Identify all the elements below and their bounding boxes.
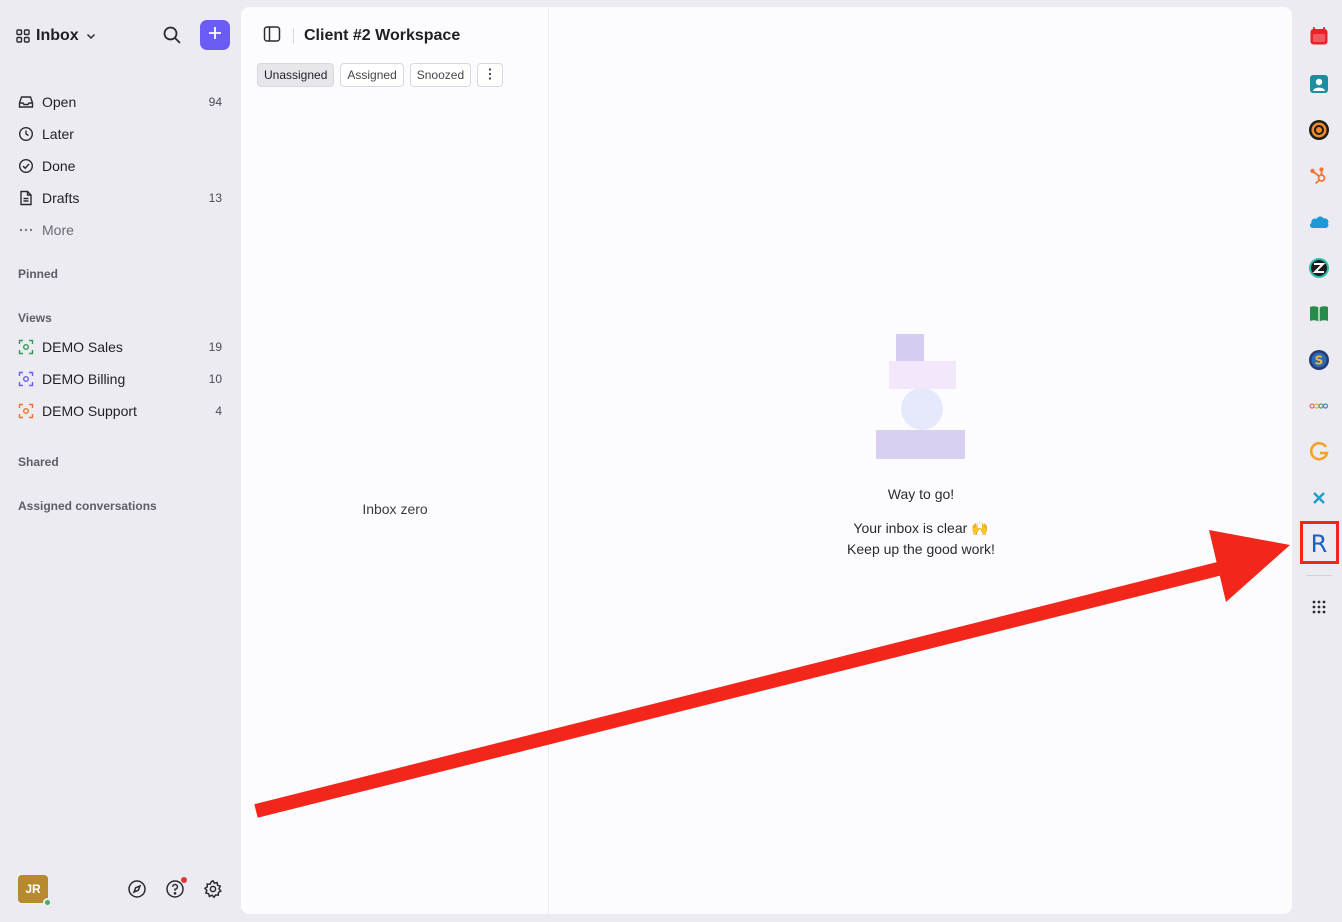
section-views[interactable]: Views [18,311,52,325]
search-icon[interactable] [162,25,182,50]
views-list: DEMO Sales 19 DEMO Billing 10 DEMO Suppo… [18,331,222,427]
view-item-demo-sales[interactable]: DEMO Sales 19 [18,331,222,363]
empty-state-title: Way to go! [887,486,955,502]
avatar-initials: JR [25,882,41,896]
inbox-title: Inbox [36,27,79,44]
stacked-shapes-illustration [876,334,965,459]
notification-dot [181,877,187,883]
calendar-icon[interactable] [1307,24,1331,48]
list-header: Client #2 Workspace [263,25,460,47]
svg-text:S: S [1315,354,1324,368]
sidebar-header: Inbox [16,20,232,52]
g-icon[interactable] [1307,440,1331,464]
view-label: DEMO Sales [42,339,123,355]
sidebar-footer: JR [18,875,224,907]
document-icon [18,190,34,206]
status-tabs: Unassigned Assigned Snoozed [257,63,504,87]
inbox-zero-text: Inbox zero [362,501,428,517]
contact-card-icon[interactable] [1307,72,1331,96]
nav-label: Later [42,126,74,142]
view-label: DEMO Support [42,403,137,419]
view-count: 10 [208,372,222,386]
nav-count: 13 [208,191,222,205]
vertical-ellipsis-icon [488,67,492,84]
workspace-title: Client #2 Workspace [304,27,461,44]
nav-item-open[interactable]: Open 94 [18,86,222,118]
nav-label: Done [42,158,76,174]
nav-item-done[interactable]: Done [18,150,222,182]
inbox-icon [18,94,34,110]
section-assigned-conversations[interactable]: Assigned conversations [18,499,157,513]
grid-icon [16,29,30,43]
integrations-rail: S R [1294,0,1342,922]
nav-count: 94 [208,95,222,109]
conversation-list-pane: Client #2 Workspace Unassigned Assigned … [241,7,549,914]
section-pinned[interactable]: Pinned [18,267,58,281]
dots-chain-icon[interactable] [1307,394,1331,418]
nav-item-later[interactable]: Later [18,118,222,150]
main-panel: Client #2 Workspace Unassigned Assigned … [241,7,1292,914]
more-tabs-button[interactable] [477,63,504,87]
empty-state-line-2: Keep up the good work! [847,541,995,557]
highlight-box [1300,521,1339,564]
view-icon [18,403,34,419]
compose-button[interactable] [200,20,230,50]
x-icon[interactable] [1307,486,1331,510]
nav-label: Drafts [42,190,80,206]
header-divider [293,28,294,44]
view-icon [18,339,34,355]
nav-label: More [42,222,74,238]
view-count: 19 [208,340,222,354]
tab-unassigned[interactable]: Unassigned [257,63,335,87]
salesforce-icon[interactable] [1307,210,1331,234]
online-status-dot [43,898,52,907]
section-shared[interactable]: Shared [18,455,59,469]
plus-icon [207,25,223,46]
avatar[interactable]: JR [18,875,52,907]
chevron-down-icon [85,30,97,42]
empty-state-line-1: Your inbox is clear 🙌 [853,520,989,536]
view-item-demo-billing[interactable]: DEMO Billing 10 [18,363,222,395]
nav-label: Open [42,94,77,110]
nav-item-more[interactable]: More [18,214,222,246]
nav-list: Open 94 Later Done Drafts 13 More [18,86,222,246]
view-item-demo-support[interactable]: DEMO Support 4 [18,395,222,427]
gear-icon[interactable] [203,879,223,904]
s-coin-icon[interactable]: S [1307,348,1331,372]
detail-pane: Way to go! Your inbox is clear 🙌 Keep up… [550,7,1292,914]
help-icon[interactable] [165,877,187,904]
apps-grid-icon[interactable] [1307,595,1331,619]
tab-snoozed[interactable]: Snoozed [409,63,472,87]
view-icon [18,371,34,387]
view-count: 4 [215,404,222,418]
book-icon[interactable] [1307,302,1331,326]
clock-icon [18,126,34,142]
view-label: DEMO Billing [42,371,126,387]
compass-icon[interactable] [127,879,147,904]
rail-divider [1306,575,1332,576]
zendesk-icon[interactable] [1307,256,1331,280]
inbox-switcher[interactable]: Inbox [16,27,97,45]
check-circle-icon [18,158,34,174]
ellipsis-icon [18,222,34,238]
hubspot-icon[interactable] [1307,164,1331,188]
target-icon[interactable] [1307,118,1331,142]
nav-item-drafts[interactable]: Drafts 13 [18,182,222,214]
sidebar: Inbox Open 94 Later Done Drafts 13 More … [0,0,241,922]
tab-assigned[interactable]: Assigned [340,63,404,87]
sidebar-toggle-icon[interactable] [263,25,281,48]
